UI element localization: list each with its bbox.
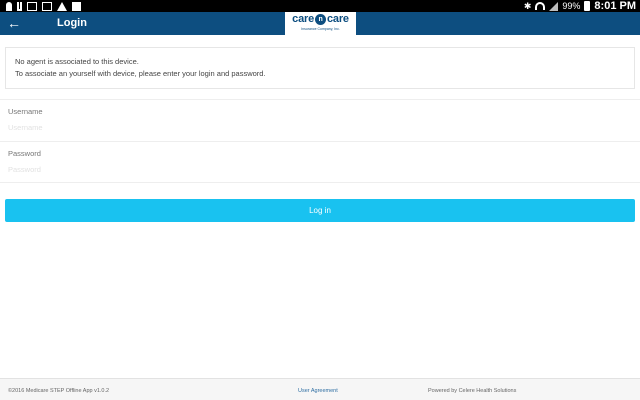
usb-icon — [17, 1, 22, 11]
username-field-group: Username — [0, 99, 640, 141]
mail-icon — [42, 1, 52, 11]
status-bar: ✱ 99% 8:01 PM — [0, 0, 640, 12]
image-icon — [27, 1, 37, 11]
notice-line-1: No agent is associated to this device. — [15, 57, 139, 66]
warning-icon — [57, 1, 67, 11]
logo-subtitle: Insurance Company, Inc. — [301, 27, 340, 31]
username-label: Username — [8, 107, 43, 116]
battery-percent: 99% — [562, 1, 581, 11]
system-icons: ✱ 99% 8:01 PM — [524, 0, 636, 12]
company-logo: care n care Insurance Company, Inc. — [285, 12, 356, 36]
screenshot-icon — [72, 1, 81, 11]
password-input[interactable] — [8, 162, 628, 176]
user-agreement-link[interactable]: User Agreement — [298, 388, 338, 394]
login-button[interactable]: Log in — [5, 199, 635, 222]
notice-line-2: To associate an yourself with device, pl… — [15, 69, 266, 78]
copyright-text: ©2016 Medicare STEP Offline App v1.0.2 — [8, 388, 110, 394]
password-field-group: Password — [0, 141, 640, 183]
username-input[interactable] — [8, 120, 628, 134]
notification-icons — [6, 1, 81, 11]
arrow-left-icon: ← — [7, 15, 21, 31]
clock: 8:01 PM — [594, 0, 636, 12]
logo-wordmark: care n care — [292, 13, 349, 25]
page-title: Login — [57, 17, 87, 29]
app-screen: ✱ 99% 8:01 PM ← Login care n care Insuranc… — [0, 0, 640, 400]
device-notice-card: No agent is associated to this device. T… — [5, 47, 635, 89]
person-icon — [6, 1, 12, 11]
signal-icon — [549, 1, 559, 11]
powered-by-text: Powered by Celere Health Solutions — [428, 388, 517, 394]
wifi-icon — [535, 2, 546, 10]
bluetooth-icon: ✱ — [523, 1, 532, 11]
battery-icon — [584, 1, 591, 11]
back-button[interactable]: ← — [4, 14, 24, 33]
footer: ©2016 Medicare STEP Offline App v1.0.2 U… — [0, 378, 640, 400]
password-label: Password — [8, 149, 41, 158]
